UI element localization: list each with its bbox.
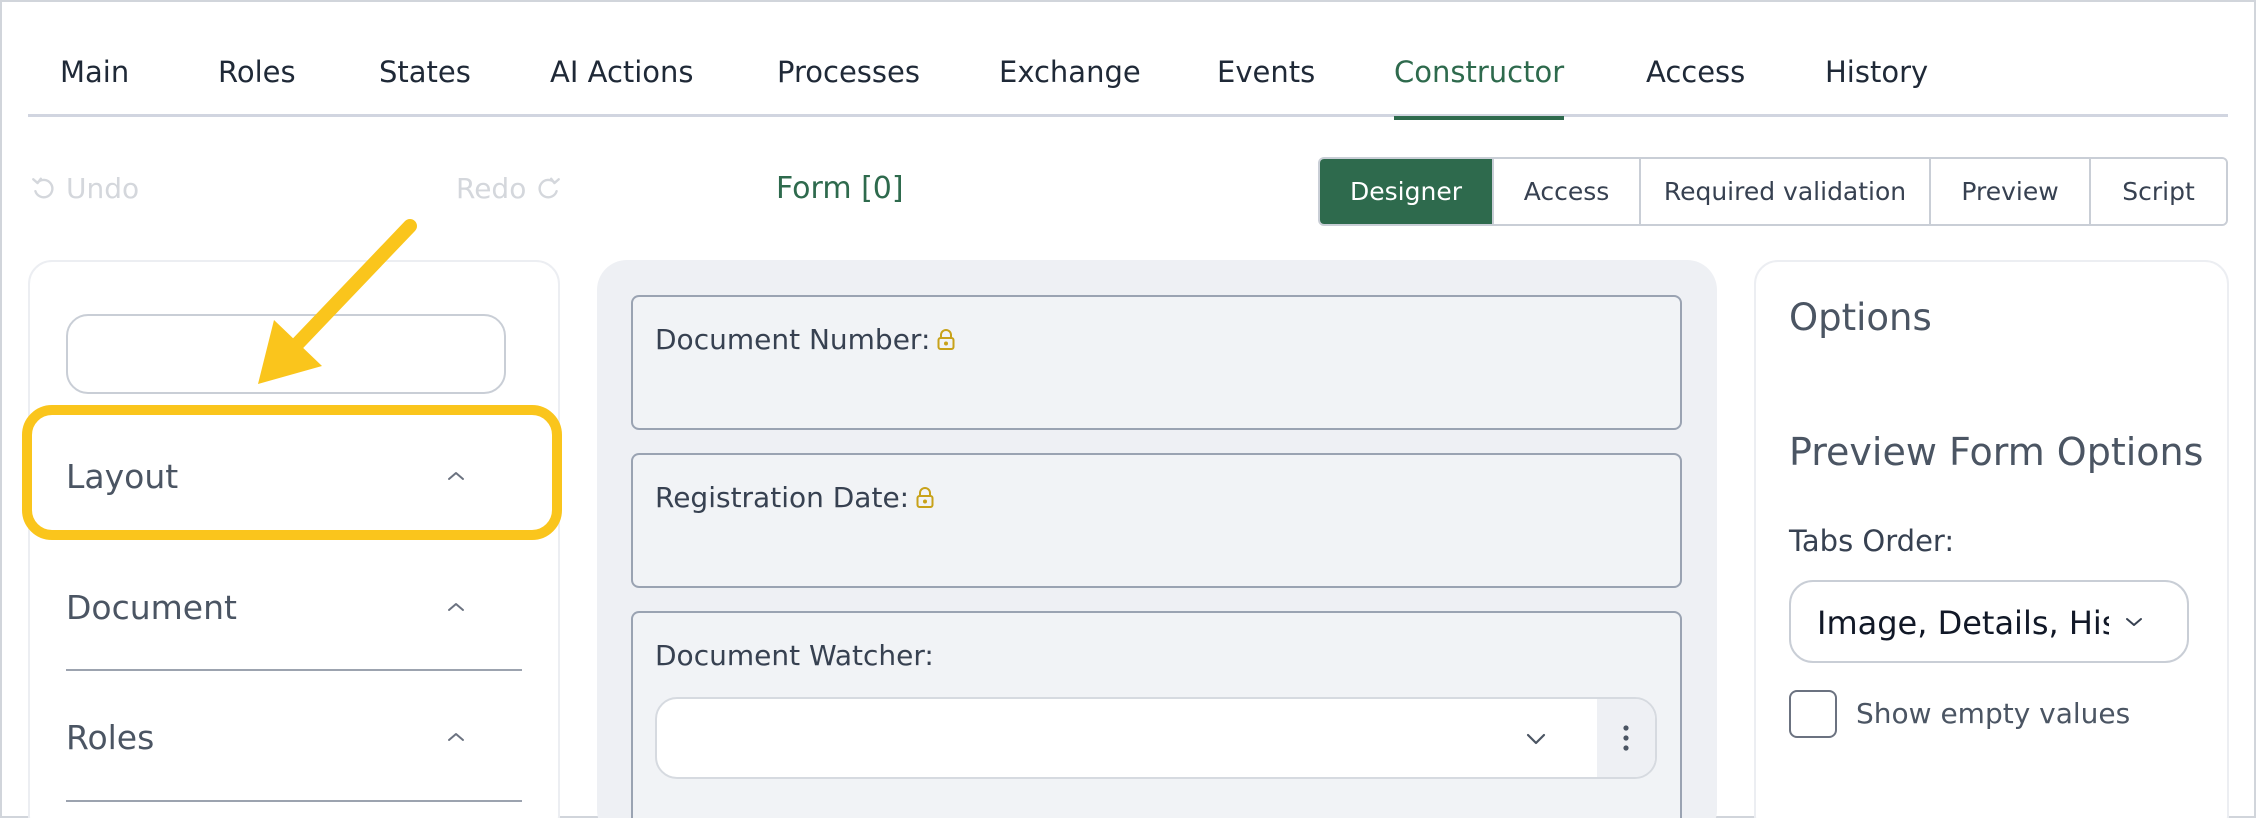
undo-icon — [32, 177, 54, 198]
section-document-label: Document — [66, 587, 237, 627]
redo-icon — [538, 177, 561, 198]
chevron-down-icon — [1526, 733, 1546, 745]
tab-history[interactable]: History — [1825, 55, 1928, 117]
tab-ai-actions[interactable]: AI Actions — [550, 55, 694, 117]
mode-designer-button[interactable]: Designer — [1320, 159, 1492, 224]
more-options-button[interactable] — [1597, 699, 1655, 777]
chevron-down-icon — [2126, 618, 2142, 626]
tab-access[interactable]: Access — [1646, 55, 1745, 117]
layout-highlight-annotation — [22, 405, 562, 540]
field-label: Document Number: — [655, 323, 956, 356]
tabs-order-value: Image, Details, History — [1817, 604, 2109, 642]
field-document-watcher[interactable]: Document Watcher: — [631, 611, 1682, 818]
undo-label: Undo — [66, 172, 140, 205]
lock-icon — [937, 328, 955, 350]
section-roles[interactable]: Roles — [66, 707, 522, 767]
show-empty-values-checkbox[interactable] — [1789, 690, 1837, 738]
chevron-up-icon — [446, 727, 466, 747]
mode-required-validation-button[interactable]: Required validation — [1639, 159, 1929, 224]
options-title: Options — [1789, 296, 1932, 339]
document-watcher-select[interactable] — [655, 697, 1657, 779]
tab-states[interactable]: States — [379, 55, 471, 117]
tab-roles[interactable]: Roles — [218, 55, 296, 117]
tabs-order-label: Tabs Order: — [1789, 524, 1955, 558]
field-label: Document Watcher: — [655, 639, 934, 672]
mode-access-button[interactable]: Access — [1492, 159, 1639, 224]
chevron-up-icon — [446, 597, 466, 617]
mode-switcher: Designer Access Required validation Prev… — [1318, 157, 2228, 226]
redo-button[interactable]: Redo — [456, 172, 562, 205]
lock-icon — [916, 486, 934, 508]
show-empty-values-label: Show empty values — [1856, 697, 2131, 730]
section-divider — [66, 800, 522, 802]
section-roles-label: Roles — [66, 717, 155, 757]
section-document[interactable]: Document — [66, 577, 522, 637]
tab-main[interactable]: Main — [60, 55, 129, 117]
field-registration-date[interactable]: Registration Date: — [631, 453, 1682, 588]
undo-button[interactable]: Undo — [30, 172, 139, 205]
preview-form-options-title: Preview Form Options — [1789, 430, 2204, 474]
tab-events[interactable]: Events — [1217, 55, 1315, 117]
tabs-order-select[interactable]: Image, Details, History — [1789, 580, 2189, 663]
tab-processes[interactable]: Processes — [777, 55, 920, 117]
tab-exchange[interactable]: Exchange — [999, 55, 1141, 117]
kebab-menu-icon — [1623, 725, 1629, 751]
mode-preview-button[interactable]: Preview — [1929, 159, 2089, 224]
tab-constructor[interactable]: Constructor — [1394, 55, 1565, 120]
section-divider — [66, 669, 522, 671]
mode-script-button[interactable]: Script — [2089, 159, 2226, 224]
field-label: Registration Date: — [655, 481, 935, 514]
redo-label: Redo — [456, 172, 527, 205]
pointer-arrow-icon — [258, 219, 417, 384]
field-document-number[interactable]: Document Number: — [631, 295, 1682, 430]
form-title: Form [0] — [776, 171, 904, 206]
main-tab-bar: Main Roles States AI Actions Processes E… — [28, 40, 2228, 120]
